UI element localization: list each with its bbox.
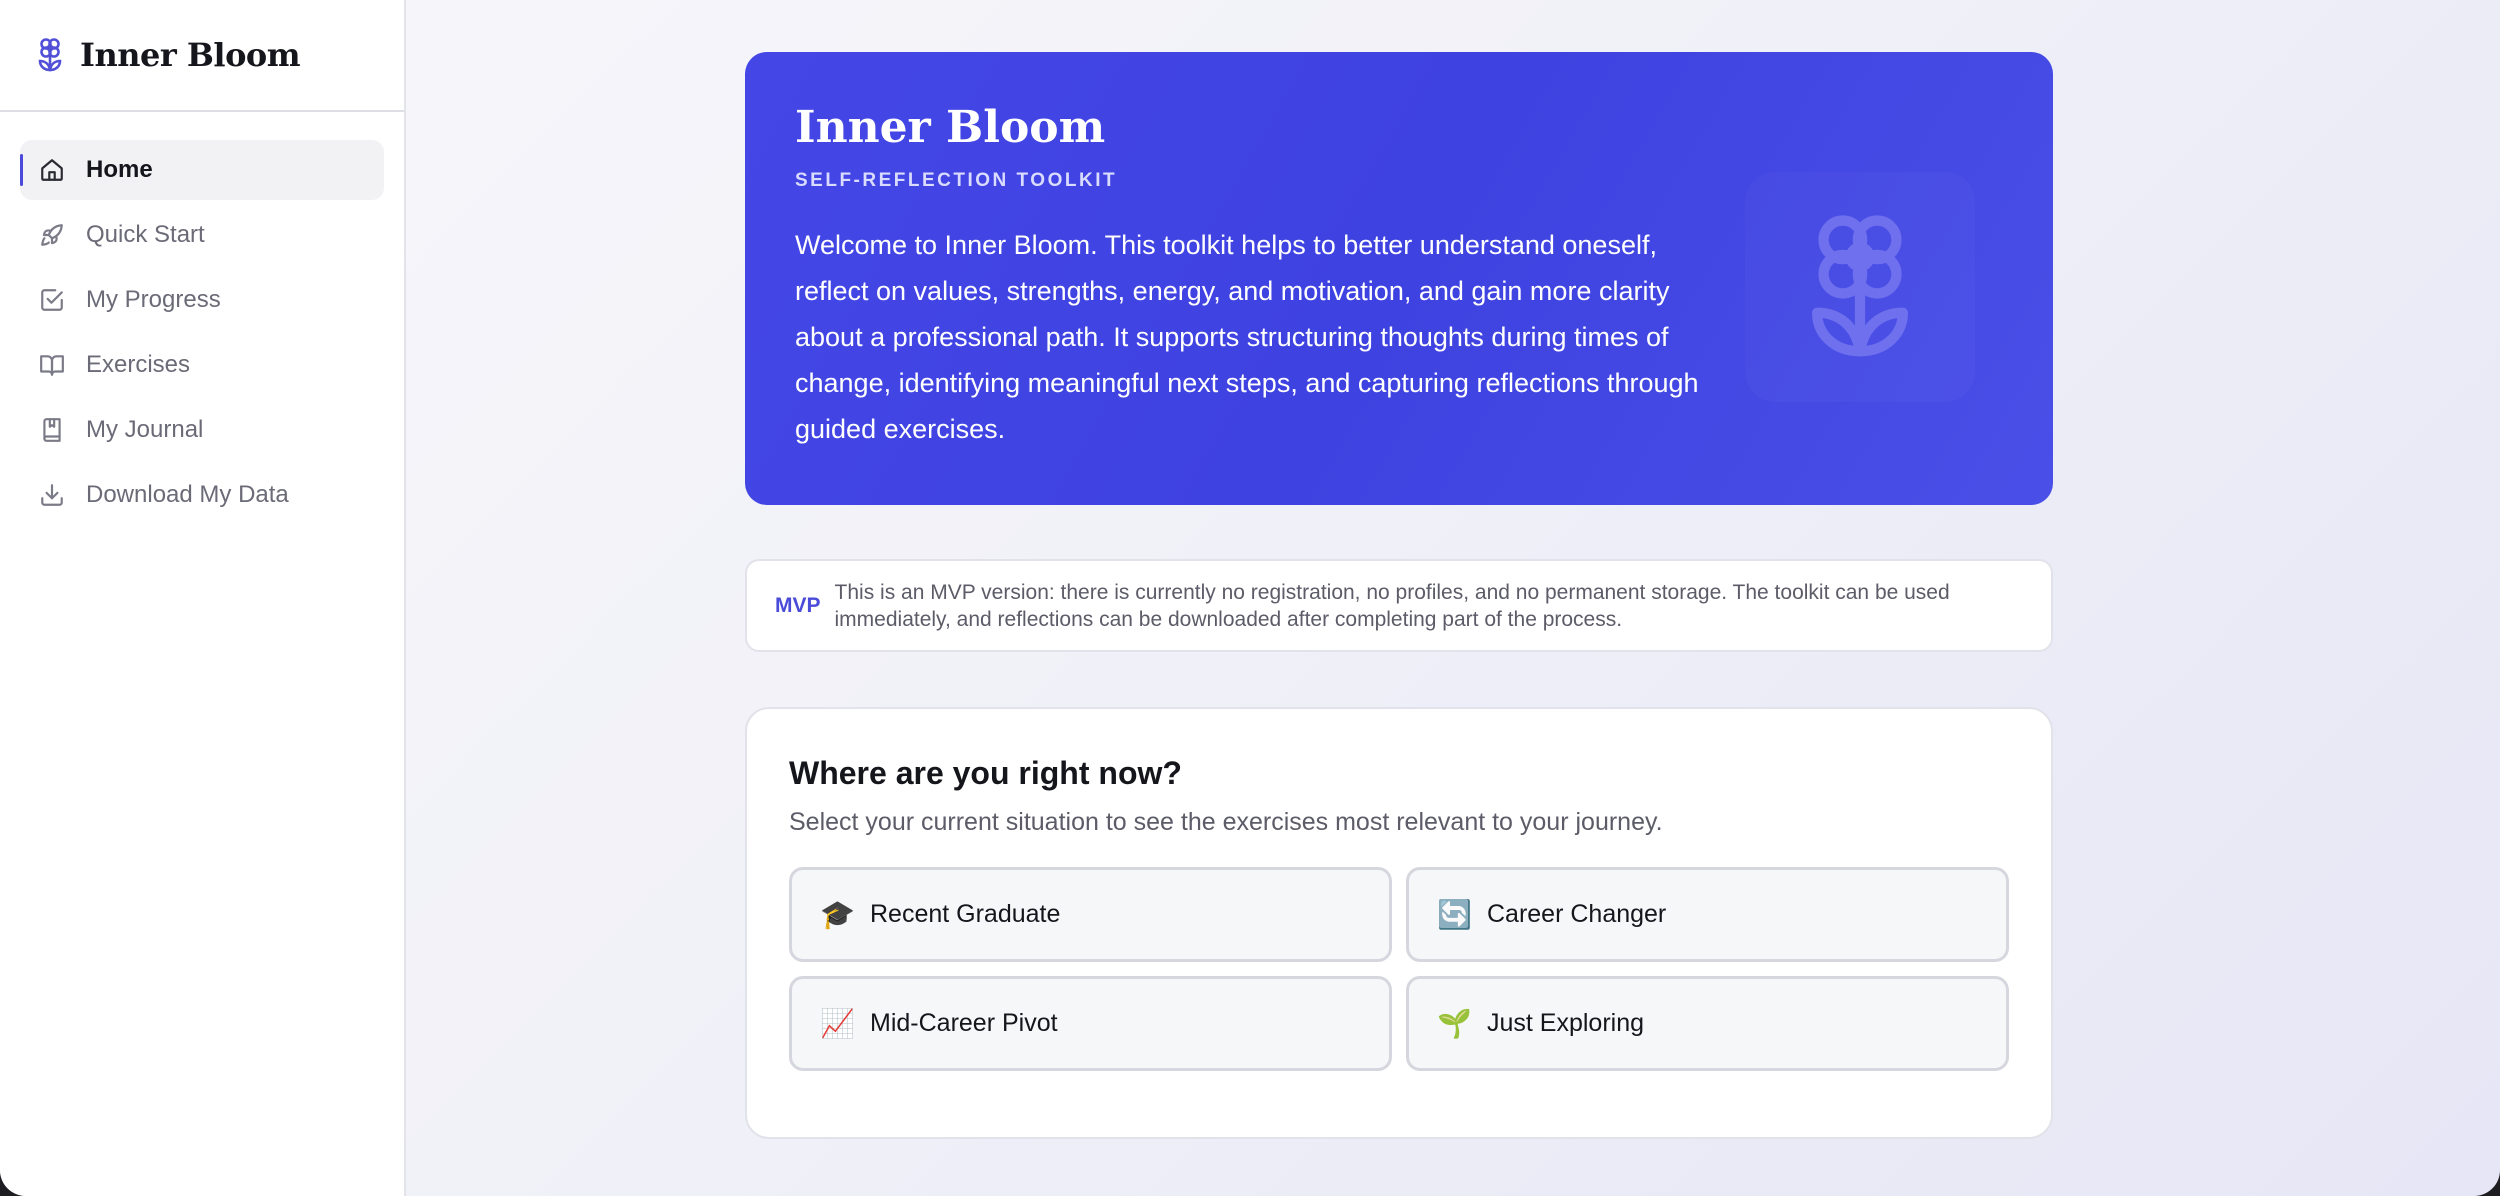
flower-logo-icon — [38, 38, 62, 72]
option-label: Mid-Career Pivot — [870, 1009, 1058, 1037]
sidebar-item-quick-start[interactable]: Quick Start — [20, 205, 384, 265]
flower-icon — [1812, 215, 1908, 357]
sidebar-item-label: Download My Data — [86, 481, 289, 508]
home-icon — [38, 156, 66, 184]
sidebar-nav: Home Quick Start My Progress Exercises M… — [0, 112, 404, 525]
mvp-badge: MVP — [775, 593, 821, 617]
option-recent-graduate[interactable]: 🎓 Recent Graduate — [789, 867, 1392, 962]
seedling-icon: 🌱 — [1437, 1007, 1472, 1040]
option-mid-career-pivot[interactable]: 📈 Mid-Career Pivot — [789, 976, 1392, 1071]
option-label: Just Exploring — [1487, 1009, 1645, 1037]
chart-increasing-icon: 📈 — [820, 1007, 855, 1040]
option-label: Career Changer — [1487, 900, 1667, 928]
hero-description: Welcome to Inner Bloom. This toolkit hel… — [795, 230, 1699, 444]
option-label: Recent Graduate — [870, 900, 1061, 928]
situation-title: Where are you right now? — [789, 755, 1182, 791]
situation-card: Where are you right now? Select your cur… — [745, 707, 2053, 1139]
sidebar-item-my-journal[interactable]: My Journal — [20, 400, 384, 460]
hero-banner: Inner Bloom SELF-REFLECTION TOOLKIT Welc… — [745, 52, 2053, 505]
sidebar-item-label: Home — [86, 156, 153, 183]
main-content: Inner Bloom SELF-REFLECTION TOOLKIT Welc… — [745, 52, 2053, 1139]
app-window: Inner Bloom Home Quick Start My Progress… — [0, 0, 2500, 1196]
hero-title: Inner Bloom — [795, 102, 1106, 153]
open-book-icon — [38, 351, 66, 379]
brand-name: Inner Bloom — [80, 36, 301, 74]
sidebar-item-label: My Journal — [86, 416, 204, 443]
hero-illustration — [1745, 172, 1975, 402]
sidebar-item-label: Exercises — [86, 351, 191, 378]
option-career-changer[interactable]: 🔄 Career Changer — [1406, 867, 2009, 962]
sidebar-item-exercises[interactable]: Exercises — [20, 335, 384, 395]
mvp-notice: MVP This is an MVP version: there is cur… — [745, 559, 2053, 652]
sidebar: Inner Bloom Home Quick Start My Progress… — [0, 0, 406, 1196]
rocket-icon — [38, 221, 66, 249]
sidebar-item-label: Quick Start — [86, 221, 205, 248]
check-square-icon — [38, 286, 66, 314]
journal-icon — [38, 416, 66, 444]
sidebar-item-home[interactable]: Home — [20, 140, 384, 200]
graduation-cap-icon: 🎓 — [820, 898, 855, 931]
refresh-icon: 🔄 — [1437, 898, 1472, 931]
mvp-notice-text: This is an MVP version: there is current… — [834, 580, 1950, 631]
brand[interactable]: Inner Bloom — [0, 0, 404, 112]
sidebar-item-label: My Progress — [86, 286, 221, 313]
situation-options: 🎓 Recent Graduate 🔄 Career Changer 📈 Mid… — [789, 867, 2009, 1071]
download-icon — [38, 481, 66, 509]
situation-subtitle: Select your current situation to see the… — [789, 808, 1663, 836]
sidebar-item-my-progress[interactable]: My Progress — [20, 270, 384, 330]
option-just-exploring[interactable]: 🌱 Just Exploring — [1406, 976, 2009, 1071]
sidebar-item-download-my-data[interactable]: Download My Data — [20, 465, 384, 525]
